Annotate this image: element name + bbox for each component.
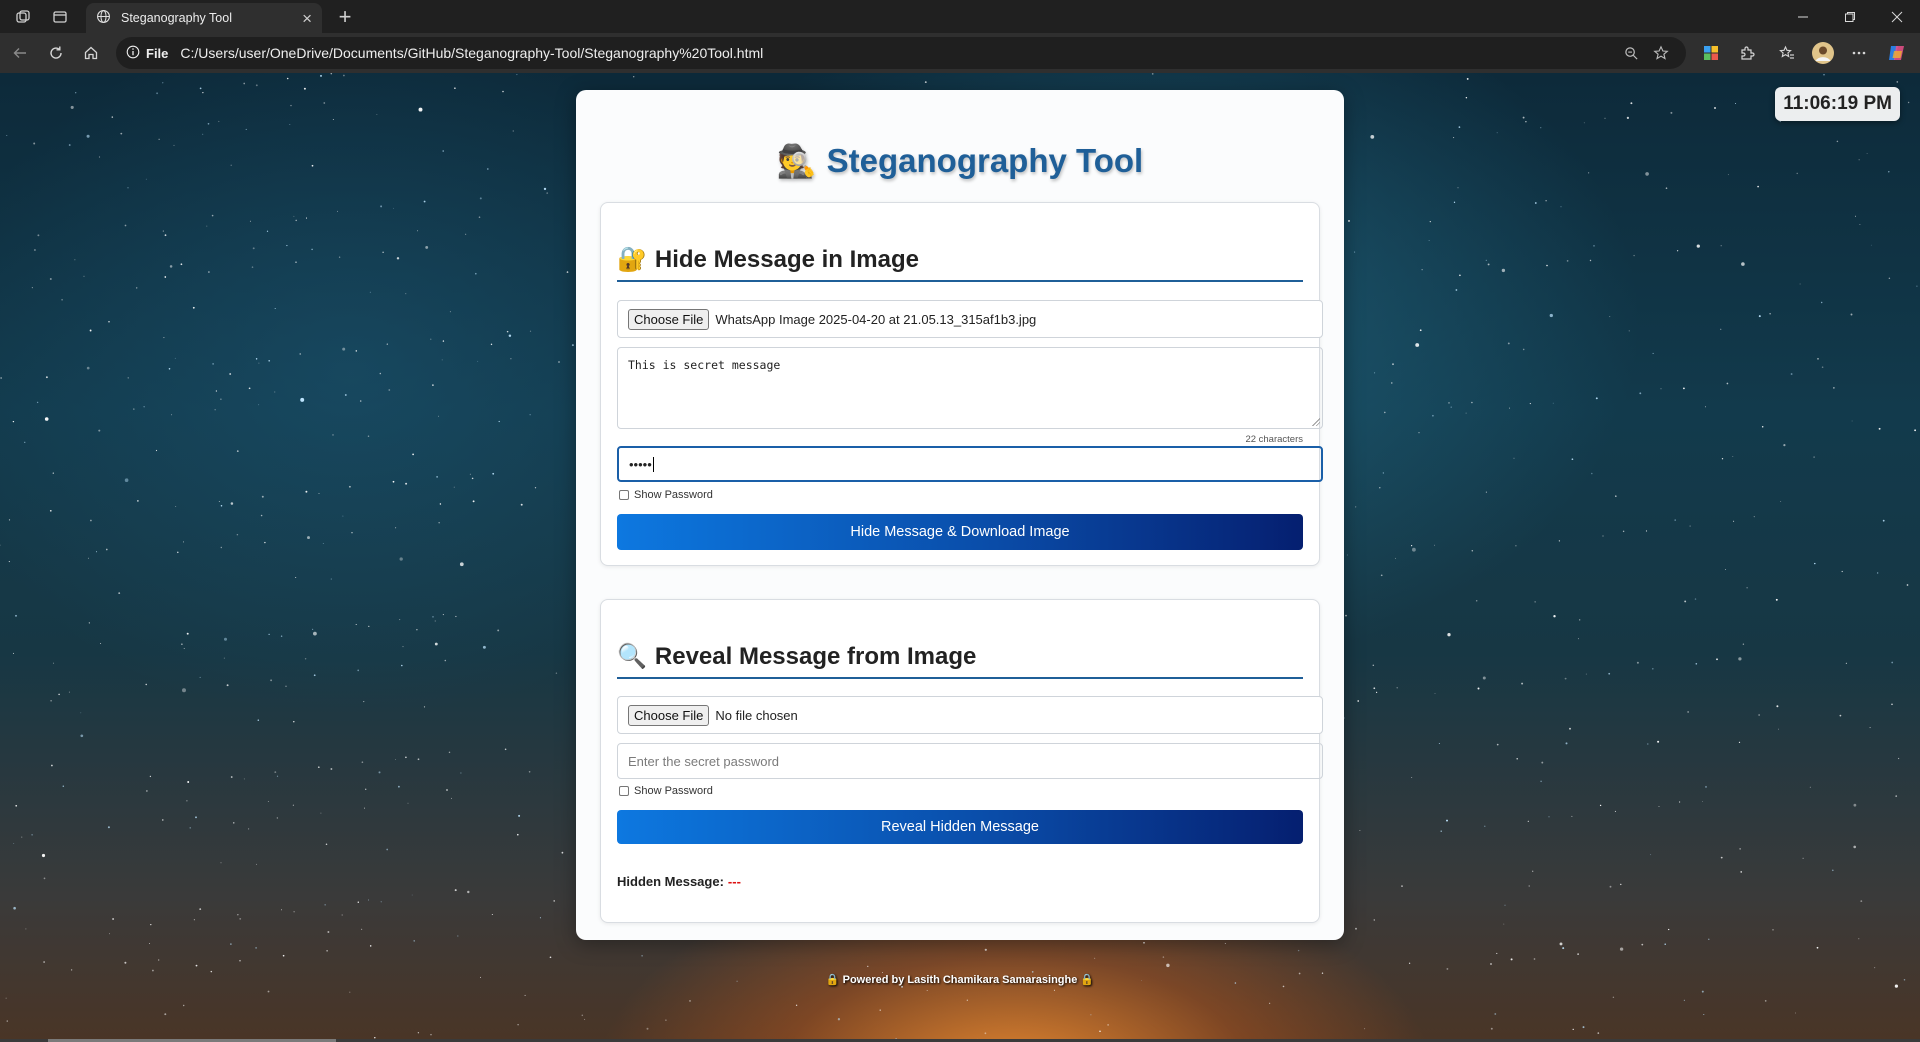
hidden-message-value: --- <box>727 874 741 889</box>
browser-tab-strip: Steganography Tool × + <box>0 0 1920 33</box>
extension-puzzle-colored-icon[interactable] <box>1694 38 1728 68</box>
spy-icon: 🕵️ <box>776 143 817 179</box>
clock-display: 11:06:19 PM <box>1775 87 1900 121</box>
extensions-icon[interactable] <box>1730 38 1764 68</box>
restore-icon[interactable] <box>1827 0 1873 33</box>
tab-steganography-tool[interactable]: Steganography Tool × <box>86 3 322 33</box>
minimize-icon[interactable] <box>1780 0 1826 33</box>
more-options-icon[interactable] <box>1842 38 1876 68</box>
reveal-show-password-checkbox[interactable] <box>619 786 629 796</box>
favorites-icon[interactable] <box>1770 38 1804 68</box>
hide-section-heading-text: Hide Message in Image <box>654 245 919 273</box>
file-scheme-label: File <box>146 45 169 61</box>
reveal-section-heading-text: Reveal Message from Image <box>654 642 977 670</box>
profile-avatar[interactable] <box>1806 38 1840 68</box>
hide-choose-file-button[interactable]: Choose File <box>628 308 710 330</box>
reveal-section-heading: 🔍 Reveal Message from Image <box>617 642 1303 679</box>
character-count: 22 characters <box>1245 434 1303 445</box>
hide-image-file-input[interactable]: Choose File WhatsApp Image 2025-04-20 at… <box>617 300 1323 338</box>
reveal-message-section: 🔍 Reveal Message from Image Choose File … <box>600 599 1323 923</box>
address-bar[interactable]: File C:/Users/user/OneDrive/Documents/Gi… <box>116 37 1686 69</box>
close-window-icon[interactable] <box>1874 0 1920 33</box>
reveal-show-password-label: Show Password <box>634 785 713 797</box>
reveal-message-button[interactable]: Reveal Hidden Message <box>617 810 1303 844</box>
url-text[interactable]: C:/Users/user/OneDrive/Documents/GitHub/… <box>180 45 1616 61</box>
secret-message-textarea[interactable]: This is secret message <box>617 347 1323 429</box>
locked-key-icon: 🔐 <box>617 246 647 273</box>
magnifier-icon: 🔍 <box>617 643 647 670</box>
info-icon <box>126 45 140 62</box>
page-title: 🕵️ Steganography Tool <box>576 142 1344 180</box>
copilot-icon[interactable] <box>1880 38 1914 68</box>
hidden-message-label: Hidden Message: <box>617 874 724 889</box>
home-icon[interactable] <box>75 38 107 68</box>
new-tab-button[interactable]: + <box>330 3 360 31</box>
hide-download-button[interactable]: Hide Message & Download Image <box>617 514 1303 550</box>
hide-show-password-label: Show Password <box>634 489 713 501</box>
hide-password-input[interactable]: ••••• <box>617 446 1323 482</box>
reveal-password-placeholder: Enter the secret password <box>628 753 780 769</box>
text-caret <box>652 456 654 472</box>
globe-icon <box>96 9 111 27</box>
hide-show-password-checkbox[interactable] <box>619 490 629 500</box>
hide-show-password-toggle[interactable]: Show Password <box>619 489 713 501</box>
hide-section-heading: 🔐 Hide Message in Image <box>617 245 1303 282</box>
site-info-chip[interactable]: File <box>126 45 168 62</box>
back-icon[interactable] <box>4 38 36 68</box>
tab-actions-icon[interactable] <box>40 0 80 33</box>
zoom-icon[interactable] <box>1616 46 1646 61</box>
reveal-password-input[interactable]: Enter the secret password <box>617 743 1323 779</box>
reveal-choose-file-button[interactable]: Choose File <box>628 704 710 726</box>
reveal-show-password-toggle[interactable]: Show Password <box>619 785 713 797</box>
refresh-icon[interactable] <box>40 38 72 68</box>
main-card: 🕵️ Steganography Tool 🔐 Hide Message in I… <box>576 90 1344 940</box>
workspaces-icon[interactable] <box>3 0 43 33</box>
hide-message-section: 🔐 Hide Message in Image Choose File What… <box>600 202 1323 566</box>
close-tab-icon[interactable]: × <box>302 10 312 27</box>
reveal-selected-file-name: No file chosen <box>715 707 798 723</box>
browser-toolbar: File C:/Users/user/OneDrive/Documents/Gi… <box>0 33 1920 73</box>
hidden-message-result: Hidden Message: --- <box>617 874 741 889</box>
footer-credit: 🔒 Powered by Lasith Chamikara Samarasing… <box>825 974 1095 986</box>
tab-title: Steganography Tool <box>121 11 232 25</box>
page-viewport: 11:06:19 PM 🕵️ Steganography Tool 🔐 Hide … <box>0 73 1920 1042</box>
hide-selected-file-name: WhatsApp Image 2025-04-20 at 21.05.13_31… <box>715 311 1037 327</box>
hide-password-value: ••••• <box>629 456 652 472</box>
page-title-text: Steganography Tool <box>826 142 1144 179</box>
favorite-star-icon[interactable] <box>1646 45 1676 61</box>
reveal-image-file-input[interactable]: Choose File No file chosen <box>617 696 1323 734</box>
